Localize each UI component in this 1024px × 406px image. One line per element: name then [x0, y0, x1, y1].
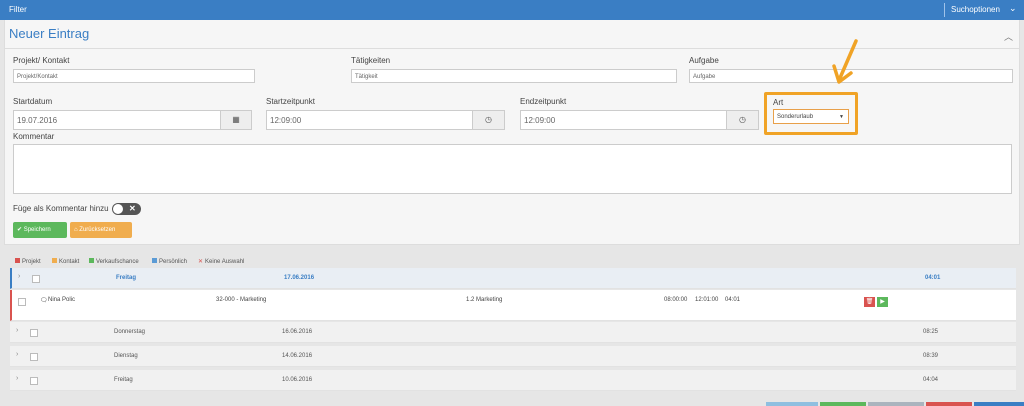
day-total: 04:01	[925, 275, 941, 281]
startzeitpunkt-input[interactable]: 12:09:00	[266, 110, 473, 130]
day-total: 08:39	[923, 353, 939, 359]
filter-bar[interactable]: Filter Suchoptionen ⌄	[0, 0, 1024, 20]
endzeitpunkt-input[interactable]: 12:09:00	[520, 110, 727, 130]
check-icon: ✔	[17, 227, 23, 233]
day-name: Donnerstag	[114, 329, 146, 335]
row-checkbox[interactable]	[30, 377, 38, 385]
chevron-down-icon[interactable]: ⌄	[1009, 3, 1017, 14]
legend-swatch	[152, 258, 157, 263]
table-row[interactable]: › Freitag 17.06.2016 04:01	[10, 268, 1016, 289]
table-row[interactable]: › Freitag 10.06.2016 04:04	[10, 370, 1016, 391]
art-highlight: Art Sonderurlaub ▼	[764, 92, 858, 135]
day-name: Dienstag	[114, 353, 138, 359]
search-options-button[interactable]: Suchoptionen	[951, 5, 1000, 14]
row-checkbox[interactable]	[30, 329, 38, 337]
entry-user: Nina Polic	[48, 297, 76, 303]
table-row[interactable]: › Donnerstag 16.06.2016 08:25	[10, 322, 1016, 343]
entry-row[interactable]: 🗨 Nina Polic 32-000 - Marketing 1.2 Mark…	[10, 290, 1016, 321]
bottom-button[interactable]	[974, 402, 1024, 406]
legend-item-verkaufschance: Verkaufschance	[89, 258, 139, 265]
divider	[5, 48, 1019, 49]
endzeitpunkt-label: Endzeitpunkt	[520, 97, 567, 106]
delete-icon[interactable]: 🗑	[864, 297, 875, 307]
page-title: Neuer Eintrag	[9, 26, 90, 41]
toggle-knob	[113, 204, 123, 214]
chevron-right-icon[interactable]: ›	[16, 327, 18, 334]
legend-item-keine-auswahl: ✕ Keine Auswahl	[198, 259, 245, 265]
art-label: Art	[773, 98, 784, 107]
bottom-button[interactable]	[868, 402, 924, 406]
chevron-up-icon[interactable]: ︿	[1004, 30, 1013, 43]
chevron-right-icon[interactable]: ›	[18, 273, 20, 280]
new-entry-panel: Neuer Eintrag ︿	[4, 20, 1020, 245]
save-label: Speichern	[23, 227, 51, 233]
calendar-icon[interactable]: ▦	[220, 110, 252, 130]
annotation-arrow-icon	[832, 39, 858, 84]
close-icon: ✕	[129, 204, 136, 213]
legend-item-persoenlich: Persönlich	[152, 258, 187, 265]
kommentar-label: Kommentar	[13, 132, 55, 141]
play-icon[interactable]: ▶	[877, 297, 888, 307]
bottom-button[interactable]	[820, 402, 866, 406]
close-icon: ✕	[198, 259, 204, 265]
clock-icon[interactable]: ◷	[472, 110, 505, 130]
projekt-input[interactable]: Projekt/Kontakt	[13, 69, 255, 83]
art-selected-value: Sonderurlaub	[777, 114, 814, 120]
clock-icon[interactable]: ◷	[726, 110, 759, 130]
startdatum-label: Startdatum	[13, 97, 53, 106]
taetigkeiten-label: Tätigkeiten	[351, 56, 391, 65]
legend-item-kontakt: Kontakt	[52, 258, 79, 265]
home-icon: ⌂	[74, 227, 78, 233]
legend-swatch	[52, 258, 57, 263]
row-checkbox[interactable]	[30, 353, 38, 361]
day-date: 10.06.2016	[282, 377, 313, 383]
day-name: Freitag	[114, 377, 133, 383]
art-select[interactable]: Sonderurlaub ▼	[773, 109, 849, 124]
entry-task: 1.2 Marketing	[466, 297, 503, 303]
day-date: 17.06.2016	[284, 275, 315, 281]
toggle-label: Füge als Kommentar hinzu	[13, 204, 109, 213]
startdatum-input[interactable]: 19.07.2016	[13, 110, 221, 130]
legend-swatch	[15, 258, 20, 263]
comment-icon: 🗨	[40, 298, 48, 304]
day-total: 08:25	[923, 329, 939, 335]
entry-end: 12:01:00	[695, 297, 719, 303]
day-total: 04:04	[923, 377, 939, 383]
comment-toggle[interactable]: ✕	[112, 203, 141, 215]
kommentar-textarea[interactable]	[13, 144, 1012, 194]
row-checkbox[interactable]	[18, 298, 26, 306]
day-date: 16.06.2016	[282, 329, 313, 335]
reset-label: Zurücksetzen	[79, 227, 116, 233]
save-button[interactable]: ✔ Speichern	[13, 222, 67, 238]
entry-duration: 04:01	[725, 297, 741, 303]
day-name: Freitag	[116, 275, 137, 281]
legend-swatch	[89, 258, 94, 263]
bottom-button[interactable]	[766, 402, 818, 406]
bottom-button[interactable]	[926, 402, 972, 406]
startzeitpunkt-label: Startzeitpunkt	[266, 97, 315, 106]
entry-start: 08:00:00	[664, 297, 688, 303]
row-checkbox[interactable]	[32, 275, 40, 283]
chevron-right-icon[interactable]: ›	[16, 351, 18, 358]
legend-item-projekt: Projekt	[15, 258, 41, 265]
taetigkeit-input[interactable]: Tätigkeit	[351, 69, 677, 83]
aufgabe-label: Aufgabe	[689, 56, 719, 65]
table-row[interactable]: › Dienstag 14.06.2016 08:39	[10, 346, 1016, 367]
filter-label[interactable]: Filter	[9, 5, 27, 14]
reset-button[interactable]: ⌂ Zurücksetzen	[70, 222, 132, 238]
entry-project: 32-000 - Marketing	[216, 297, 267, 303]
divider	[944, 3, 945, 17]
dropdown-arrow-icon: ▼	[839, 114, 844, 120]
projekt-label: Projekt/ Kontakt	[13, 56, 70, 65]
day-date: 14.06.2016	[282, 353, 313, 359]
chevron-right-icon[interactable]: ›	[16, 375, 18, 382]
